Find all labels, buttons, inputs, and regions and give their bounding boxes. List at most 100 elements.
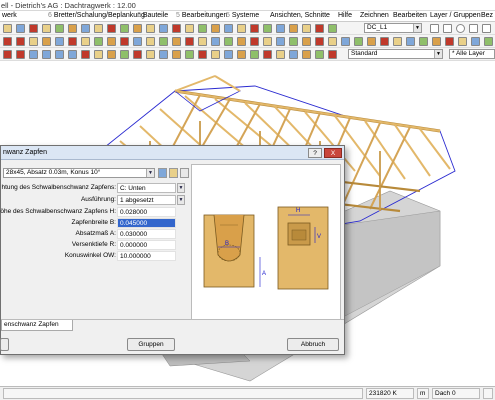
- list-icon[interactable]: [302, 24, 311, 33]
- menu-layer-gruppen[interactable]: Layer / Gruppen: [430, 12, 481, 19]
- tool-icon[interactable]: [42, 37, 51, 46]
- tool-icon[interactable]: [237, 50, 246, 59]
- tool-icon[interactable]: [250, 37, 259, 46]
- tool-icon[interactable]: [380, 37, 389, 46]
- layer-filter-select[interactable]: * Alle Layer: [449, 49, 495, 59]
- tool-icon[interactable]: [250, 50, 259, 59]
- wall-icon[interactable]: [133, 24, 142, 33]
- menu-ansichten[interactable]: Ansichten, Schnitte: [270, 12, 330, 19]
- window-icon[interactable]: [159, 24, 168, 33]
- tool-icon[interactable]: [120, 50, 129, 59]
- style-select[interactable]: Standard ▼: [348, 49, 443, 59]
- layer-icon[interactable]: [55, 24, 64, 33]
- timber-icon[interactable]: [146, 24, 155, 33]
- chevron-down-icon[interactable]: ▼: [177, 195, 185, 205]
- ok-button[interactable]: [0, 338, 9, 351]
- stop-icon[interactable]: [315, 24, 324, 33]
- purlin-icon[interactable]: [211, 24, 220, 33]
- tool-icon[interactable]: [237, 37, 246, 46]
- tool-icon[interactable]: [315, 50, 324, 59]
- tool-icon[interactable]: [263, 50, 272, 59]
- tool-icon[interactable]: [484, 37, 493, 46]
- tool-icon[interactable]: [315, 37, 324, 46]
- menu-systeme[interactable]: 5 Systeme: [226, 12, 259, 19]
- layer-select[interactable]: DC_L1 ▼: [364, 23, 422, 33]
- tool-icon[interactable]: [367, 37, 376, 46]
- tool-icon[interactable]: [302, 50, 311, 59]
- tool-icon[interactable]: [445, 37, 454, 46]
- circle-icon[interactable]: [456, 24, 465, 33]
- tool-icon[interactable]: [107, 37, 116, 46]
- tool-icon[interactable]: [16, 37, 25, 46]
- tool-icon[interactable]: [471, 37, 480, 46]
- tool-icon[interactable]: [263, 37, 272, 46]
- tool-icon[interactable]: [159, 37, 168, 46]
- open-icon[interactable]: [42, 24, 51, 33]
- menu-bauteile[interactable]: 6 Bauteile: [137, 12, 168, 19]
- view-icon[interactable]: [81, 24, 90, 33]
- folder-icon[interactable]: [3, 24, 12, 33]
- rectangle-icon[interactable]: [469, 24, 478, 33]
- copy-config-icon[interactable]: [180, 168, 189, 178]
- chevron-down-icon[interactable]: ▼: [177, 183, 185, 193]
- tool-icon[interactable]: [328, 50, 337, 59]
- tool-icon[interactable]: [3, 37, 12, 46]
- tool-icon[interactable]: [16, 50, 25, 59]
- depth-r-field[interactable]: 0.000000: [117, 240, 176, 250]
- tool-icon[interactable]: [94, 50, 103, 59]
- tool-icon[interactable]: [94, 37, 103, 46]
- tool-icon[interactable]: [406, 37, 415, 46]
- grid-icon[interactable]: [120, 24, 129, 33]
- tool-icon[interactable]: [211, 37, 220, 46]
- height-h-field[interactable]: 0.028000: [117, 207, 176, 217]
- config-select[interactable]: 28x45, Absatz 0.03m, Konus 10° ▼: [3, 168, 155, 178]
- tool-icon[interactable]: [68, 37, 77, 46]
- tab-dovetail-tenon[interactable]: enschwanz Zapfen: [1, 320, 73, 331]
- tool-icon[interactable]: [302, 37, 311, 46]
- tool-icon[interactable]: [29, 37, 38, 46]
- execution-select[interactable]: 1 abgesetzt: [117, 195, 176, 205]
- groups-button[interactable]: Gruppen: [127, 338, 175, 351]
- cut-icon[interactable]: [107, 24, 116, 33]
- tool-icon[interactable]: [55, 50, 64, 59]
- rafter-icon[interactable]: [185, 24, 194, 33]
- tool-icon[interactable]: [419, 37, 428, 46]
- tool-icon[interactable]: [224, 37, 233, 46]
- tool-icon[interactable]: [55, 37, 64, 46]
- tool-icon[interactable]: [146, 50, 155, 59]
- tool-icon[interactable]: [185, 37, 194, 46]
- tool-icon[interactable]: [185, 50, 194, 59]
- menu-zeichnen[interactable]: Zeichnen: [360, 12, 389, 19]
- menu-bretter[interactable]: 6 Bretter/Schalung/Beplankung: [48, 12, 145, 19]
- menu-bearbeiten[interactable]: Bearbeiten: [393, 12, 427, 19]
- cone-angle-field[interactable]: 10.000000: [117, 251, 176, 261]
- tool-icon[interactable]: [432, 37, 441, 46]
- polyline-icon[interactable]: [482, 24, 491, 33]
- check-icon[interactable]: [263, 24, 272, 33]
- delete-icon[interactable]: [29, 24, 38, 33]
- tool-icon[interactable]: [120, 37, 129, 46]
- tool-icon[interactable]: [458, 37, 467, 46]
- tool-icon[interactable]: [341, 37, 350, 46]
- line-icon[interactable]: [430, 24, 439, 33]
- direction-select[interactable]: C: Unten: [117, 183, 176, 193]
- tool-icon[interactable]: [133, 50, 142, 59]
- tool-icon[interactable]: [198, 37, 207, 46]
- menu-bez[interactable]: Bez: [481, 12, 493, 19]
- dimension-icon[interactable]: [237, 24, 246, 33]
- wood-icon[interactable]: [289, 24, 298, 33]
- tool-icon[interactable]: [3, 50, 12, 59]
- plane-icon[interactable]: [198, 24, 207, 33]
- tool-icon[interactable]: [133, 37, 142, 46]
- tool-icon[interactable]: [393, 37, 402, 46]
- tool-icon[interactable]: [276, 50, 285, 59]
- menu-bearbeitungen[interactable]: 5 Bearbeitungen: [176, 12, 227, 19]
- tool-icon[interactable]: [107, 50, 116, 59]
- tool-icon[interactable]: [146, 37, 155, 46]
- help-button[interactable]: ?: [308, 148, 322, 158]
- tool-icon[interactable]: [172, 37, 181, 46]
- menu-werk[interactable]: werk: [2, 12, 17, 19]
- tree-icon[interactable]: [328, 24, 337, 33]
- marker-icon[interactable]: [250, 24, 259, 33]
- offset-a-field[interactable]: 0.030000: [117, 229, 176, 239]
